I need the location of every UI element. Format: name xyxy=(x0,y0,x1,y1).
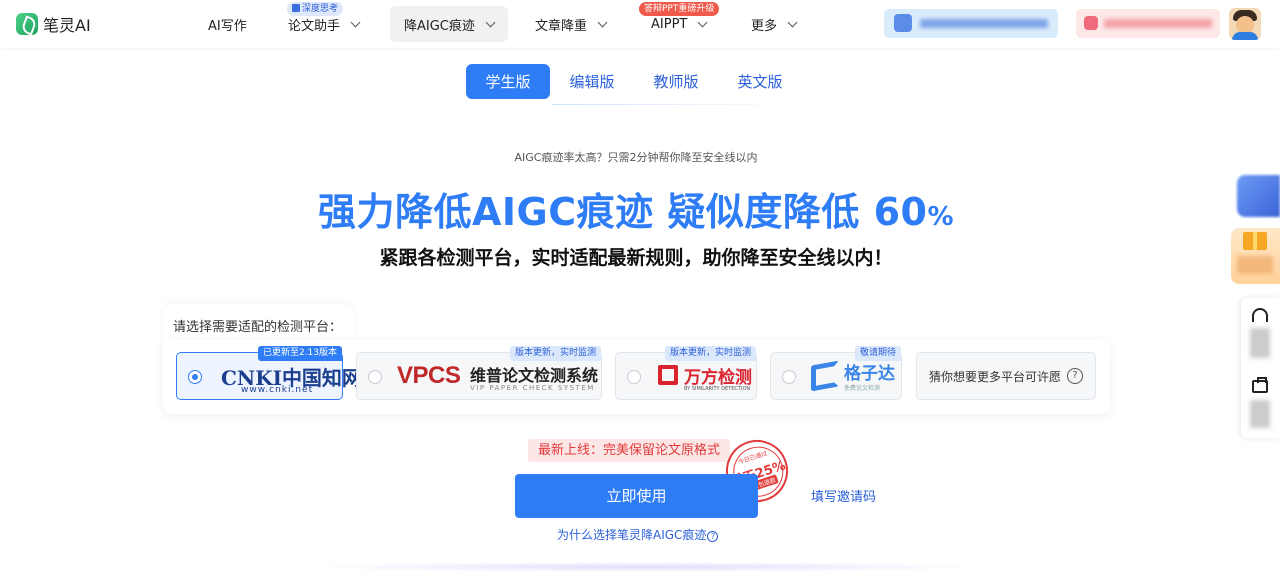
headline-unit: % xyxy=(927,202,955,232)
leaf-logo-icon xyxy=(16,13,38,35)
avatar[interactable] xyxy=(1229,8,1261,40)
chevron-down-icon xyxy=(485,17,496,27)
vpcs-english: VIP PAPER CHECK SYSTEM xyxy=(470,384,595,392)
headline-number: 60 xyxy=(873,190,928,234)
briefcase-icon[interactable] xyxy=(1252,377,1268,393)
radio-button[interactable] xyxy=(627,370,641,384)
chevron-down-icon xyxy=(350,17,361,27)
wanfang-logo-icon xyxy=(658,365,678,385)
chevron-down-icon xyxy=(787,17,798,27)
headset-icon[interactable] xyxy=(1252,308,1268,322)
use-now-button[interactable]: 立即使用 xyxy=(515,474,758,518)
version-badge: 已更新至2.13版本 xyxy=(257,346,342,361)
side-toolbar xyxy=(1241,298,1280,438)
wish-more-platforms[interactable]: 猜你想要更多平台可许愿 ? xyxy=(916,352,1096,400)
blurred-text xyxy=(1104,19,1212,28)
gift-icon xyxy=(1084,16,1098,30)
why-label: 为什么选择笔灵降AIGC痕迹 xyxy=(557,528,707,542)
nav-item-more[interactable]: 更多 xyxy=(751,0,798,48)
nav-item-label: 论文助手 xyxy=(288,18,341,34)
nav-item-label: 降AIGC痕迹 xyxy=(404,18,475,34)
membership-pill[interactable] xyxy=(884,9,1058,38)
invite-code-link[interactable]: 填写邀请码 xyxy=(811,486,876,505)
nav-item-label: 更多 xyxy=(751,18,778,34)
vpcs-name: 维普论文检测系统 xyxy=(470,366,599,385)
platform-selector: 请选择需要适配的检测平台： 已更新至2.13版本 CNKI中国知网 www.cn… xyxy=(163,304,1110,414)
vpcs-logo: VPCS xyxy=(397,362,461,389)
nav-item-label: AIPPT xyxy=(651,16,688,32)
side-gift[interactable] xyxy=(1231,228,1280,284)
edit-icon xyxy=(292,4,300,12)
platform-option-wanfang[interactable]: 版本更新，实时监测 万方检测 BY SIMILARITY DETECTION xyxy=(615,346,757,400)
bottom-glow xyxy=(300,562,990,572)
platform-option-vpcs[interactable]: 版本更新，实时监测 VPCS 维普论文检测系统 VIP PAPER CHECK … xyxy=(356,346,602,400)
wanfang-english: BY SIMILARITY DETECTION xyxy=(684,386,751,392)
hero-headline: 强力降低AIGC痕迹 疑似度降低 60% xyxy=(0,181,1272,236)
hero-kicker: AIGC痕迹率太高？只需2分钟帮你降至安全线以内 xyxy=(514,151,758,164)
hero-subline: 紧跟各检测平台，实时适配最新规则，助你降至安全线以内！ xyxy=(379,247,893,269)
radio-button[interactable] xyxy=(188,370,202,384)
radio-button[interactable] xyxy=(782,370,796,384)
version-tabs: 学生版 编辑版 教师版 英文版 xyxy=(466,64,802,99)
nav-item-ai-writing[interactable]: AI写作 xyxy=(208,0,247,48)
side-promo-icon[interactable] xyxy=(1237,175,1280,217)
platform-option-gezida[interactable]: 敬请期待 格子达 免费论文检测 xyxy=(770,346,902,400)
aippt-upgrade-badge: 答辩PPT重磅升级 xyxy=(639,2,720,16)
blurred-text xyxy=(1250,328,1270,358)
chevron-down-icon xyxy=(697,17,708,27)
why-choose-link[interactable]: 为什么选择笔灵降AIGC痕迹? xyxy=(557,526,719,543)
top-nav: 笔灵AI AI写作 论文助手 深度思考 降AIGC痕迹 文章降重 AIPPT 答… xyxy=(0,0,1280,48)
update-badge: 版本更新，实时监测 xyxy=(509,346,601,361)
tabs-underline xyxy=(552,104,798,105)
deep-think-badge: 深度思考 xyxy=(287,2,344,16)
nav-item-label: AI写作 xyxy=(208,18,247,34)
radio-button[interactable] xyxy=(368,370,382,384)
nav-item-label: 文章降重 xyxy=(535,18,588,34)
nav-item-reduce-aigc[interactable]: 降AIGC痕迹 xyxy=(390,6,508,42)
gezida-tagline: 免费论文检测 xyxy=(844,385,881,392)
cube-icon xyxy=(894,14,912,32)
blurred-text xyxy=(1250,400,1270,428)
tab-student[interactable]: 学生版 xyxy=(466,64,550,99)
cnki-url: www.cnki.net xyxy=(241,385,314,395)
nav-item-rewrite[interactable]: 文章降重 xyxy=(535,0,608,48)
format-notice: 最新上线：完美保留论文原格式 xyxy=(528,439,730,462)
blurred-text xyxy=(920,19,1048,28)
badge-label: 深度思考 xyxy=(302,4,339,14)
brand-logo[interactable]: 笔灵AI xyxy=(16,12,91,36)
gift-icon xyxy=(1243,232,1267,250)
tab-editor[interactable]: 编辑版 xyxy=(550,64,634,99)
gezida-logo-icon xyxy=(811,360,839,392)
avatar-shirt xyxy=(1232,32,1258,40)
headline-text: 强力降低AIGC痕迹 疑似度降低 xyxy=(317,190,860,234)
gezida-logo: 格子达 xyxy=(844,364,895,384)
tab-teacher[interactable]: 教师版 xyxy=(634,64,718,99)
tab-english[interactable]: 英文版 xyxy=(718,64,802,99)
platform-title: 请选择需要适配的检测平台： xyxy=(173,320,343,335)
wanfang-logo: 万方检测 xyxy=(684,368,752,388)
gift-pill[interactable] xyxy=(1076,9,1220,38)
platform-option-cnki[interactable]: 已更新至2.13版本 CNKI中国知网 www.cnki.net xyxy=(176,346,362,400)
brand-name: 笔灵AI xyxy=(43,16,91,35)
update-badge: 版本更新，实时监测 xyxy=(664,346,756,361)
chevron-down-icon xyxy=(597,17,608,27)
help-icon[interactable]: ? xyxy=(1067,368,1083,384)
help-icon: ? xyxy=(707,531,719,542)
wish-label: 猜你想要更多平台可许愿 xyxy=(929,370,1062,384)
blurred-text xyxy=(1237,256,1273,274)
